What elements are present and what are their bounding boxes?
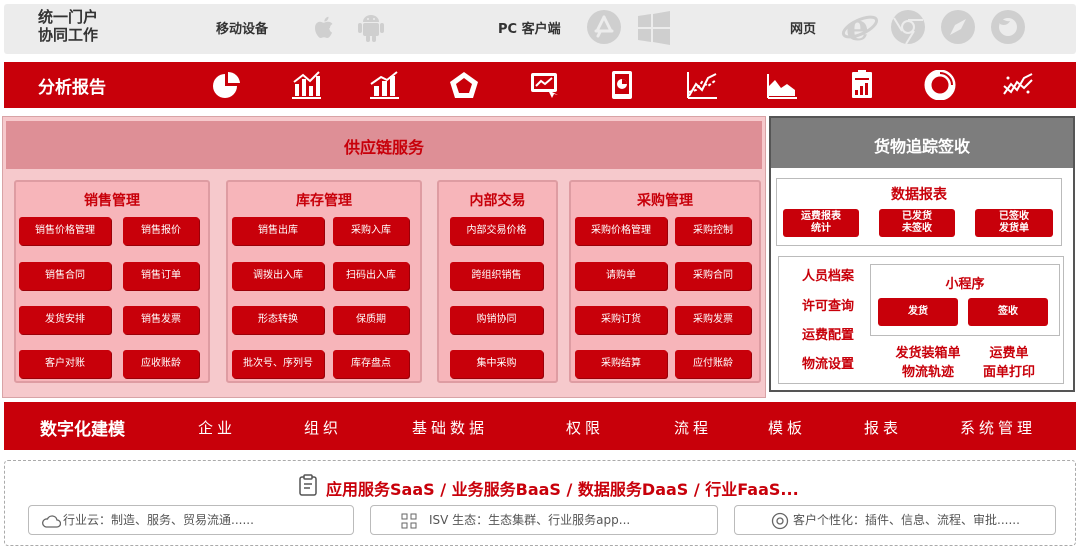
customer-personalize-pill[interactable]: 客户个性化：插件、信息、流程、审批......	[734, 505, 1056, 535]
tablet-chart-icon	[612, 71, 632, 99]
isv-ecosystem-pill[interactable]: ISV 生态：生态集群、行业服务app...	[370, 505, 718, 535]
grid-icon	[401, 513, 417, 529]
sales-outbound-button[interactable]: 销售出库	[232, 217, 324, 245]
purchase-control-button[interactable]: 采购控制	[675, 217, 751, 245]
app-store-icon	[587, 10, 621, 44]
cross-org-sales-button[interactable]: 跨组织销售	[450, 262, 543, 290]
batch-serial-button[interactable]: 批次号、序列号	[232, 350, 324, 378]
windows-icon	[638, 11, 670, 45]
data-report-title: 数据报表	[891, 187, 947, 203]
packing-tracking-label[interactable]: 发货装箱单 物流轨迹	[892, 342, 964, 380]
chrome-icon	[891, 10, 925, 45]
report-doc-icon	[852, 70, 872, 98]
logistics-settings-label[interactable]: 物流设置	[802, 353, 854, 372]
purchase-order-button[interactable]: 采购订货	[575, 306, 667, 334]
digital-item-enterprise[interactable]: 企业	[198, 417, 236, 438]
pie-chart-icon	[213, 71, 240, 98]
digital-item-process[interactable]: 流程	[674, 417, 712, 438]
sign-button[interactable]: 签收	[968, 298, 1048, 326]
sales-contract-button[interactable]: 销售合同	[19, 262, 111, 290]
requisition-button[interactable]: 请购单	[575, 262, 667, 290]
digital-item-template[interactable]: 模板	[768, 417, 806, 438]
category-pc: PC 客户端	[498, 22, 561, 37]
category-web: 网页	[790, 22, 817, 37]
payable-aging-button[interactable]: 应付账龄	[675, 350, 751, 378]
tracking-title: 货物追踪签收	[873, 137, 970, 156]
internal-price-button[interactable]: 内部交易价格	[450, 217, 543, 245]
group-sales-title: 销售管理	[84, 193, 140, 209]
sales-order-button[interactable]: 销售订单	[123, 262, 199, 290]
purchase-contract-button[interactable]: 采购合同	[675, 262, 751, 290]
signed-delivery-button[interactable]: 已签收 发货单	[975, 209, 1053, 237]
digital-item-org[interactable]: 组织	[304, 417, 342, 438]
personnel-archive-label[interactable]: 人员档案	[802, 265, 854, 284]
purchase-invoice-button[interactable]: 采购发票	[675, 306, 751, 334]
firefox-icon	[991, 10, 1025, 44]
personalize-icon	[771, 512, 789, 530]
license-query-label[interactable]: 许可查询	[802, 295, 854, 314]
group-inventory-title: 库存管理	[296, 193, 352, 209]
clipboard-icon	[299, 474, 317, 496]
freight-config-label[interactable]: 运费配置	[802, 324, 854, 343]
portal-title: 统一门户 协同工作	[38, 8, 99, 44]
shipped-unsigned-button[interactable]: 已发货 未签收	[879, 209, 955, 237]
category-mobile: 移动设备	[216, 22, 269, 37]
transfer-button[interactable]: 调拨出入库	[232, 262, 324, 290]
supply-chain-title: 供应链服务	[343, 138, 424, 157]
cloud-icon	[42, 515, 61, 528]
apple-icon	[315, 16, 333, 38]
dashboard-screen-icon	[531, 73, 558, 98]
digital-item-permission[interactable]: 权限	[566, 417, 604, 438]
ship-button[interactable]: 发货	[878, 298, 958, 326]
shelf-life-button[interactable]: 保质期	[333, 306, 409, 334]
digital-item-system-mgmt[interactable]: 系统管理	[960, 417, 1036, 438]
purchase-inbound-button[interactable]: 采购入库	[333, 217, 409, 245]
android-icon	[358, 15, 384, 42]
safari-icon	[941, 10, 975, 44]
freight-report-button[interactable]: 运费报表 统计	[783, 209, 859, 237]
digital-item-basic-data[interactable]: 基础数据	[412, 417, 488, 438]
mini-program-title: 小程序	[945, 277, 985, 292]
scatter-line-icon	[1003, 73, 1033, 95]
central-purchase-button[interactable]: 集中采购	[450, 350, 543, 378]
receivable-aging-button[interactable]: 应收账龄	[123, 350, 199, 378]
scan-inout-button[interactable]: 扫码出入库	[333, 262, 409, 290]
purchase-sales-sync-button[interactable]: 购销协同	[450, 306, 543, 334]
digital-modeling-bar	[4, 402, 1076, 450]
purchase-settle-button[interactable]: 采购结算	[575, 350, 667, 378]
group-purchase-title: 采购管理	[637, 193, 693, 209]
group-internal-trade-title: 内部交易	[469, 193, 526, 209]
bar-trend-icon	[370, 71, 399, 99]
purchase-price-button[interactable]: 采购价格管理	[575, 217, 667, 245]
sales-quote-button[interactable]: 销售报价	[123, 217, 199, 245]
bar-line-icon	[292, 71, 321, 99]
radar-chart-icon	[450, 72, 478, 98]
waybill-print-label[interactable]: 运费单 面单打印	[970, 342, 1048, 380]
industry-cloud-pill[interactable]: 行业云：制造、服务、贸易流通......	[28, 505, 354, 535]
form-convert-button[interactable]: 形态转换	[232, 306, 324, 334]
digital-modeling-title: 数字化建模	[40, 420, 125, 440]
digital-item-report[interactable]: 报表	[864, 417, 902, 438]
stocktake-button[interactable]: 库存盘点	[333, 350, 409, 378]
services-title: 应用服务SaaS / 业务服务BaaS / 数据服务DaaS / 行业FaaS.…	[326, 480, 799, 499]
ring-chart-icon	[924, 70, 956, 100]
customer-reconcile-button[interactable]: 客户对账	[19, 350, 111, 378]
multi-line-chart-icon	[687, 72, 717, 99]
sales-price-button[interactable]: 销售价格管理	[19, 217, 111, 245]
area-chart-icon	[767, 74, 797, 99]
sales-invoice-button[interactable]: 销售发票	[123, 306, 199, 334]
ie-icon: e	[841, 9, 879, 45]
analysis-title: 分析报告	[38, 78, 106, 98]
shipping-arrange-button[interactable]: 发货安排	[19, 306, 111, 334]
